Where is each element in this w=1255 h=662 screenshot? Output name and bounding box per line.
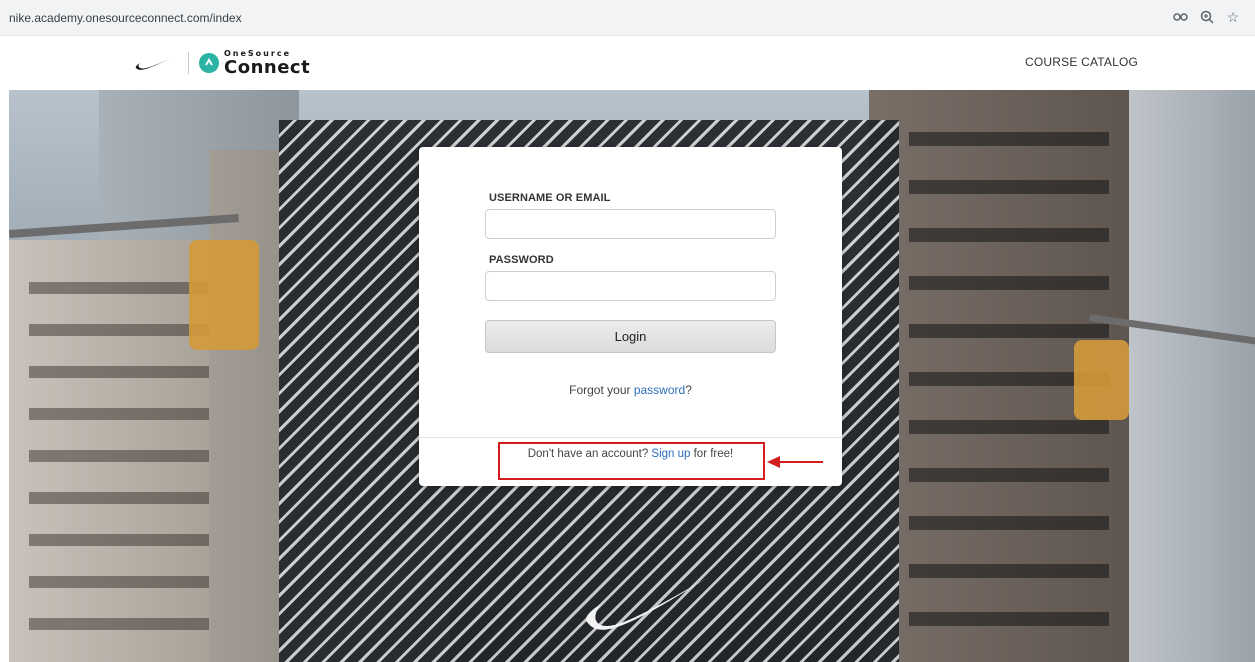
browser-address-bar: nike.academy.onesourceconnect.com/index … — [0, 0, 1255, 36]
hero-swoosh-icon — [585, 578, 707, 630]
address-bar-icons: ☆ — [1173, 9, 1241, 25]
password-label: PASSWORD — [489, 254, 554, 266]
url-text[interactable]: nike.academy.onesourceconnect.com/index — [9, 11, 242, 25]
onesource-badge-icon — [199, 53, 219, 73]
password-input[interactable] — [485, 271, 776, 301]
forgot-password-link[interactable]: password — [634, 383, 685, 397]
card-divider — [419, 437, 842, 438]
brand-wordmark: OneSource Connect — [224, 49, 311, 78]
brand-bottom-text: Connect — [224, 56, 311, 78]
zoom-icon[interactable] — [1199, 9, 1215, 25]
username-label: USERNAME OR EMAIL — [489, 192, 611, 204]
key-icon[interactable] — [1173, 9, 1189, 25]
traffic-light — [189, 240, 259, 350]
forgot-suffix: ? — [685, 383, 692, 397]
nike-swoosh-icon — [135, 57, 174, 70]
course-catalog-link[interactable]: COURSE CATALOG — [1025, 55, 1138, 69]
site-header: OneSource Connect COURSE CATALOG — [0, 37, 1255, 90]
sign-up-link[interactable]: Sign up — [651, 448, 690, 460]
forgot-password-text: Forgot your password? — [419, 383, 842, 397]
logo[interactable]: OneSource Connect — [134, 49, 310, 77]
building-windows — [29, 260, 209, 660]
signup-prefix: Don't have an account? — [527, 448, 652, 460]
login-card: USERNAME OR EMAIL PASSWORD Login Forgot … — [419, 147, 842, 486]
signup-suffix: for free! — [690, 448, 734, 460]
logo-separator — [188, 52, 189, 74]
arrow-left-icon — [767, 456, 823, 468]
traffic-light — [1074, 340, 1129, 420]
login-button[interactable]: Login — [485, 320, 776, 353]
username-input[interactable] — [485, 209, 776, 239]
forgot-prefix: Forgot your — [569, 383, 634, 397]
bookmark-star-icon[interactable]: ☆ — [1225, 9, 1241, 25]
